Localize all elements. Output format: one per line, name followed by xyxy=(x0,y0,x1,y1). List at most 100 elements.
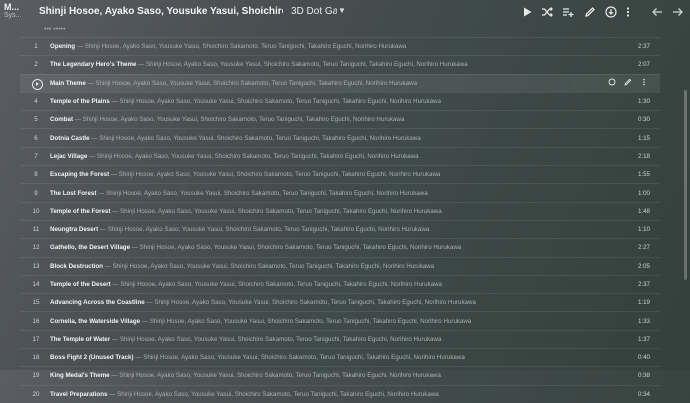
track-row[interactable]: 8 Escaping the Forest — Shinji Hosoe, Aya… xyxy=(20,165,660,183)
track-artists: Shinji Hosoe, Ayako Saso, Yousuke Yasui,… xyxy=(97,152,419,160)
track-row[interactable]: 1 Opening — Shinji Hosoe, Ayako Saso, You… xyxy=(20,37,660,55)
track-row[interactable]: 2 The Legendary Hero's Theme — Shinji Hos… xyxy=(20,55,660,73)
track-artists: Shinji Hosoe, Ayako Saso, Yousuke Yasui,… xyxy=(119,98,441,106)
track-row[interactable]: 19 King Medal's Theme — Shinji Hosoe, Aya… xyxy=(20,366,660,384)
add-to-queue-icon[interactable] xyxy=(561,5,575,19)
track-duration: 1:33 xyxy=(637,317,650,325)
back-arrow-icon[interactable] xyxy=(650,5,664,19)
title-artist-separator: — xyxy=(130,244,140,252)
track-title: The Lost Forest xyxy=(50,189,97,197)
track-row[interactable]: 9 The Lost Forest — Shinji Hosoe, Ayako S… xyxy=(20,183,660,201)
track-duration: 2:07 xyxy=(637,61,650,69)
track-title-line: Main Theme — Shinji Hosoe, Ayako Saso, Y… xyxy=(50,80,417,87)
track-artists: Shinji Hosoe, Ayako Saso, Yousuke Yasui,… xyxy=(146,61,468,69)
track-duration: 2:37 xyxy=(637,43,650,51)
track-title: Opening xyxy=(50,43,76,51)
title-artist-separator: — xyxy=(136,61,147,69)
track-duration: 0:30 xyxy=(637,116,650,124)
scrollbar[interactable] xyxy=(684,90,687,280)
track-row[interactable]: 17 The Temple of Water — Shinji Hosoe, Ay… xyxy=(20,329,660,348)
track-row[interactable]: 11 Neungtra Desert — Shinji Hosoe, Ayako … xyxy=(20,219,660,238)
title-artist-separator: — xyxy=(96,189,107,197)
forward-arrow-icon[interactable] xyxy=(671,5,685,19)
track-row[interactable]: 14 Temple of the Desert — Shinji Hosoe, A… xyxy=(20,274,660,293)
track-list: 1 Opening — Shinji Hosoe, Ayako Saso, You… xyxy=(20,37,660,403)
title-artist-separator: — xyxy=(109,98,120,106)
title-artist-separator: — xyxy=(87,152,98,160)
play-track-icon[interactable] xyxy=(32,78,43,90)
app-thumbnail[interactable]: M... Sys... xyxy=(4,2,30,20)
track-number: 2 xyxy=(34,61,38,69)
track-row[interactable]: 20 Travel Preparations — Shinji Hosoe, Ay… xyxy=(20,384,660,403)
track-duration: 2:18 xyxy=(637,152,650,160)
track-artists: Shinji Hosoe, Ayako Saso, Yousuke Yasui,… xyxy=(139,244,462,252)
track-artists: Shinji Hosoe, Ayako Saso, Yousuke Yasui,… xyxy=(143,354,465,362)
track-title-line: The Temple of Water — Shinji Hosoe, Ayak… xyxy=(50,336,441,343)
top-bar: M... Sys... Shinji Hosoe, Ayako Saso, Yo… xyxy=(0,0,690,26)
track-title: Boss Fight 2 (Unused Track) xyxy=(50,354,134,362)
track-artists: Shinji Hosoe, Ayako Saso, Yousuke Yasui,… xyxy=(119,372,441,380)
more-vert-icon[interactable] xyxy=(640,78,648,88)
title-artist-separator: — xyxy=(102,262,113,270)
track-title-line: Cornelia, the Waterside Village — Shinji… xyxy=(50,318,471,325)
track-duration: 2:27 xyxy=(637,244,650,252)
track-artists: Shinji Hosoe, Ayako Saso, Yousuke Yasui,… xyxy=(107,226,430,234)
track-row[interactable]: 6 Dotnia Castle — Shinji Hosoe, Ayako Sas… xyxy=(20,128,660,146)
more-vert-icon[interactable] xyxy=(621,5,635,19)
track-row[interactable]: 12 Gathello, the Desert Village — Shinji … xyxy=(20,238,660,256)
track-artists: Shinji Hosoe, Ayako Saso, Yousuke Yasui,… xyxy=(99,134,421,142)
track-row[interactable]: Main Theme — Shinji Hosoe, Ayako Saso, Y… xyxy=(20,73,660,92)
shuffle-icon[interactable] xyxy=(540,5,554,19)
title-artist-separator: — xyxy=(110,281,121,288)
track-title: Escaping the Forest xyxy=(50,171,110,179)
track-title-line: Neungtra Desert — Shinji Hosoe, Ayako Sa… xyxy=(50,226,429,233)
track-number: 17 xyxy=(32,335,40,343)
track-number: 8 xyxy=(34,171,38,179)
track-title-line: The Legendary Hero's Theme — Shinji Hoso… xyxy=(50,61,468,68)
track-row[interactable]: 15 Advancing Across the Coastline — Shinj… xyxy=(20,293,660,311)
download-icon[interactable] xyxy=(604,5,618,19)
track-title: Lejac Village xyxy=(50,152,88,160)
app-subtitle: Sys... xyxy=(4,12,22,20)
track-row[interactable]: 18 Boss Fight 2 (Unused Track) — Shinji H… xyxy=(20,348,660,366)
title-artist-separator: — xyxy=(133,354,144,362)
track-artists: Shinji Hosoe, Ayako Saso, Yousuke Yasui,… xyxy=(120,281,442,288)
edit-icon[interactable] xyxy=(583,5,597,19)
edit-icon[interactable] xyxy=(624,78,632,88)
track-artists: Shinji Hosoe, Ayako Saso, Yousuke Yasui,… xyxy=(84,43,407,51)
rating-dots[interactable]: · · · · xyxy=(573,80,600,86)
title-artist-separator: — xyxy=(109,171,119,179)
track-title: The Legendary Hero's Theme xyxy=(50,61,137,69)
track-number: 1 xyxy=(34,43,38,51)
track-number: 7 xyxy=(34,152,38,160)
track-row[interactable]: 4 Temple of the Plains — Shinji Hosoe, Ay… xyxy=(20,91,660,110)
track-duration: 1:19 xyxy=(637,299,650,307)
track-title-line: Dotnia Castle — Shinji Hosoe, Ayako Saso… xyxy=(50,135,421,142)
track-duration: 1:15 xyxy=(637,134,650,142)
track-duration: 1:00 xyxy=(637,189,650,197)
circle-icon[interactable] xyxy=(608,78,616,88)
track-row[interactable]: 7 Lejac Village — Shinji Hosoe, Ayako Sas… xyxy=(20,146,660,165)
album-subtitle[interactable]: 3D Dot Ga... xyxy=(291,6,337,17)
track-title-line: Combat — Shinji Hosoe, Ayako Saso, Yousu… xyxy=(50,116,404,123)
play-icon[interactable] xyxy=(520,5,534,19)
track-duration: 1:37 xyxy=(637,335,650,343)
track-artists: Shinji Hosoe, Ayako Saso, Yousuke Yasui,… xyxy=(119,335,442,343)
track-artists: Shinji Hosoe, Ayako Saso, Yousuke Yasui,… xyxy=(106,189,428,197)
track-row[interactable]: 10 Temple of the Forest — Shinji Hosoe, A… xyxy=(20,201,660,220)
track-row[interactable]: 5 Combat — Shinji Hosoe, Ayako Saso, Yous… xyxy=(20,110,660,128)
chevron-down-icon[interactable]: ▼ xyxy=(338,6,346,15)
track-artists: Shinji Hosoe, Ayako Saso, Yousuke Yasui,… xyxy=(120,207,442,215)
track-title-line: Advancing Across the Coastline — Shinji … xyxy=(50,299,476,306)
track-row[interactable]: 16 Cornelia, the Waterside Village — Shin… xyxy=(20,311,660,329)
title-artist-separator: — xyxy=(75,43,85,51)
track-number: 6 xyxy=(34,134,38,142)
track-row[interactable]: 13 Block Destruction — Shinji Hosoe, Ayak… xyxy=(20,256,660,275)
track-title: Block Destruction xyxy=(50,262,103,270)
track-artists: Shinji Hosoe, Ayako Saso, Yousuke Yasui,… xyxy=(95,79,417,87)
title-artist-separator: — xyxy=(144,299,155,307)
track-title: Cornelia, the Waterside Village xyxy=(50,317,141,325)
track-title-line: Escaping the Forest — Shinji Hosoe, Ayak… xyxy=(50,171,440,178)
track-artists: Shinji Hosoe, Ayako Saso, Yousuke Yasui,… xyxy=(154,299,476,307)
section-subheading: ••• ••••• xyxy=(44,26,66,33)
